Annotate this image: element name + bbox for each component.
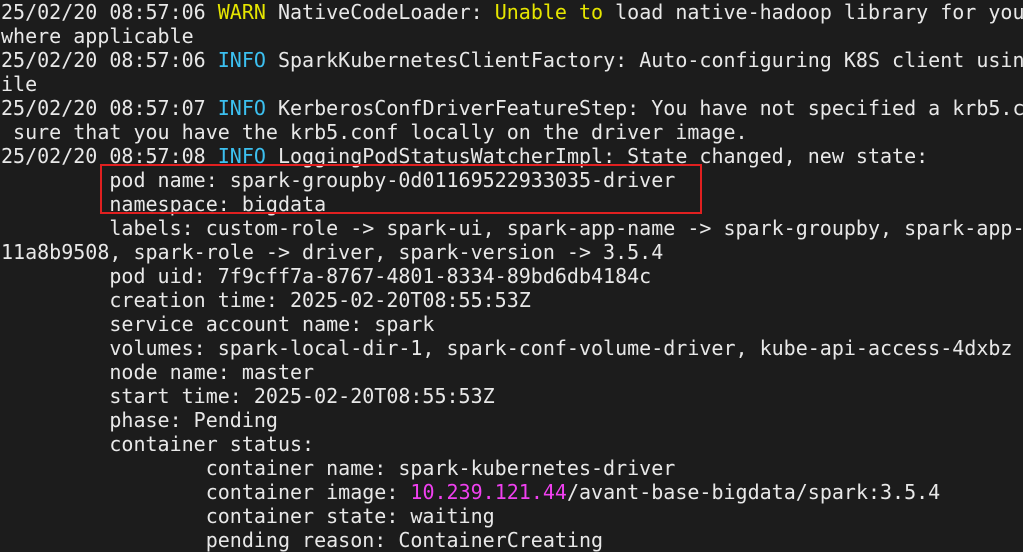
log-text: node name: master — [1, 360, 315, 384]
log-line: labels: custom-role -> spark-ui, spark-a… — [1, 216, 1023, 240]
log-text: 25/02/20 08:57:06 — [1, 48, 218, 72]
log-line: container name: spark-kubernetes-driver — [1, 456, 1023, 480]
log-info-text: INFO — [217, 48, 266, 72]
log-text: pending reason: ContainerCreating — [1, 528, 604, 552]
log-text: pod uid: 7f9cff7a-8767-4801-8334-89bd6db… — [1, 264, 652, 288]
log-warn-text: Unable to — [494, 0, 604, 24]
terminal-output[interactable]: 25/02/20 08:57:06 WARN NativeCodeLoader:… — [1, 0, 1023, 552]
log-text: sure that you have the krb5.conf locally… — [1, 120, 748, 144]
log-line: start time: 2025-02-20T08:55:53Z — [1, 384, 1023, 408]
log-line: container state: waiting — [1, 504, 1023, 528]
log-line: creation time: 2025-02-20T08:55:53Z — [1, 288, 1023, 312]
log-line: where applicable — [1, 24, 1023, 48]
log-text: 25/02/20 08:57:07 — [1, 96, 218, 120]
log-text: service account name: spark — [1, 312, 435, 336]
log-line: volumes: spark-local-dir-1, spark-conf-v… — [1, 336, 1023, 360]
log-line: 11a8b9508, spark-role -> driver, spark-v… — [1, 240, 1023, 264]
log-text: phase: Pending — [1, 408, 278, 432]
highlight-box-pod-info — [100, 164, 702, 214]
log-warn-text: WARN — [217, 0, 266, 24]
log-info-text: INFO — [217, 96, 266, 120]
log-line: pending reason: ContainerCreating — [1, 528, 1023, 552]
log-text: labels: custom-role -> spark-ui, spark-a… — [1, 216, 1023, 240]
log-text: where applicable — [1, 24, 194, 48]
log-text: /avant-base-bigdata/spark:3.5.4 — [566, 480, 941, 504]
log-text: load native-hadoop library for you — [603, 0, 1023, 24]
log-line: 25/02/20 08:57:06 INFO SparkKubernetesCl… — [1, 48, 1023, 72]
log-line: container image: 10.239.121.44/avant-bas… — [1, 480, 1023, 504]
log-text: container state: waiting — [1, 504, 495, 528]
log-line: service account name: spark — [1, 312, 1023, 336]
log-line: sure that you have the krb5.conf locally… — [1, 120, 1023, 144]
log-text: SparkKubernetesClientFactory: Auto-confi… — [265, 48, 1023, 72]
log-text: creation time: 2025-02-20T08:55:53Z — [1, 288, 531, 312]
log-line: phase: Pending — [1, 408, 1023, 432]
log-ip-text: 10.239.121.44 — [410, 480, 567, 504]
log-line: ile — [1, 72, 1023, 96]
log-line: 25/02/20 08:57:07 INFO KerberosConfDrive… — [1, 96, 1023, 120]
log-text: ile — [1, 72, 38, 96]
log-text: NativeCodeLoader: — [265, 0, 495, 24]
log-line: container status: — [1, 432, 1023, 456]
log-text: 11a8b9508, spark-role -> driver, spark-v… — [1, 240, 664, 264]
log-line: pod uid: 7f9cff7a-8767-4801-8334-89bd6db… — [1, 264, 1023, 288]
log-line: node name: master — [1, 360, 1023, 384]
log-text: volumes: spark-local-dir-1, spark-conf-v… — [1, 336, 1013, 360]
log-text: start time: 2025-02-20T08:55:53Z — [1, 384, 495, 408]
log-text: container status: — [1, 432, 315, 456]
log-text: container name: spark-kubernetes-driver — [1, 456, 676, 480]
log-text: 25/02/20 08:57:06 — [1, 0, 218, 24]
log-text: KerberosConfDriverFeatureStep: You have … — [265, 96, 1023, 120]
log-line: 25/02/20 08:57:06 WARN NativeCodeLoader:… — [1, 0, 1023, 24]
log-text: container image: — [1, 480, 411, 504]
